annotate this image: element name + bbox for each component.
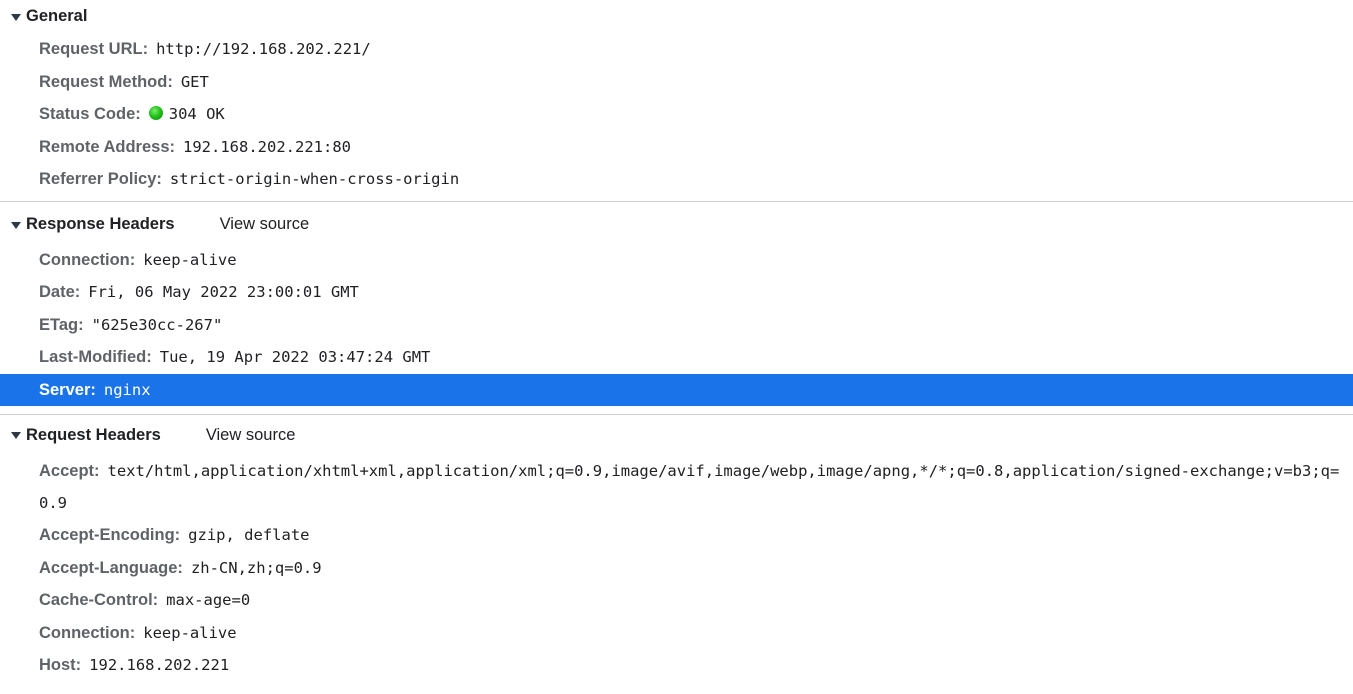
response-headers-section-header[interactable]: Response Headers View source [0,202,1353,244]
header-name: Request Method: [39,72,173,91]
request-headers-section: Request Headers View source Accept: text/… [0,414,1353,687]
request-headers-rows: Accept: text/html,application/xhtml+xml,a… [0,455,1353,687]
header-name: Host: [39,656,82,674]
response-row-date[interactable]: Date: Fri, 06 May 2022 23:00:01 GMT [0,276,1353,309]
header-name: Request URL: [39,40,149,58]
header-value: gzip, deflate [188,526,310,544]
header-value: "625e30cc-267" [91,315,223,334]
triangle-down-icon[interactable] [11,13,21,21]
header-name: ETag: [39,315,84,334]
header-value: keep-alive [143,623,237,642]
response-headers-rows: Connection: keep-alive Date: Fri, 06 May 2… [0,244,1353,415]
triangle-down-icon[interactable] [11,432,21,439]
header-name: Referrer Policy: [39,170,162,188]
general-title: General [26,7,88,25]
header-name: Server: [39,380,96,399]
triangle-down-icon[interactable] [11,221,21,229]
response-row-connection[interactable]: Connection: keep-alive [0,244,1353,277]
header-value: text/html,application/xhtml+xml,applicat… [39,462,1340,512]
header-value: Tue, 19 Apr 2022 03:47:24 GMT [159,348,431,366]
header-name: Connection: [39,250,136,269]
status-dot-icon [148,106,163,120]
general-row-remote-address[interactable]: Remote Address: 192.168.202.221:80 [0,131,1353,164]
header-value: http://192.168.202.221/ [156,40,371,58]
header-name: Remote Address: [39,137,176,156]
general-row-referrer-policy[interactable]: Referrer Policy: strict-origin-when-cross… [0,163,1353,196]
header-value: nginx [103,380,151,399]
general-row-status-code[interactable]: Status Code: 304 OK [0,98,1353,131]
header-name: Accept-Language: [39,558,183,577]
request-row-accept-encoding[interactable]: Accept-Encoding: gzip, deflate [0,519,1353,552]
response-row-etag[interactable]: ETag: "625e30cc-267" [0,309,1353,342]
header-value: Fri, 06 May 2022 23:00:01 GMT [88,283,359,301]
header-name: Last-Modified: [39,348,152,366]
request-row-host[interactable]: Host: 192.168.202.221 [0,649,1353,682]
headers-panel: General Request URL: http://192.168.202.2… [0,0,1353,694]
response-headers-section: Response Headers View source Connection:… [0,200,1353,415]
header-name: Accept: [39,462,100,480]
request-row-connection[interactable]: Connection: keep-alive [0,617,1353,650]
header-value: max-age=0 [166,591,251,609]
header-value: 192.168.202.221 [89,656,230,674]
header-value: keep-alive [143,250,237,269]
view-source-link[interactable]: View source [220,215,310,234]
header-value: GET [180,72,209,91]
general-row-request-method[interactable]: Request Method: GET [0,66,1353,99]
response-row-last-modified[interactable]: Last-Modified: Tue, 19 Apr 2022 03:47:24 … [0,341,1353,374]
request-row-cache-control[interactable]: Cache-Control: max-age=0 [0,584,1353,617]
request-headers-section-header[interactable]: Request Headers View source [0,415,1353,455]
general-rows: Request URL: http://192.168.202.221/ Requ… [0,33,1353,201]
header-name: Connection: [39,623,136,642]
response-row-server[interactable]: Server: nginx [0,373,1353,406]
header-value: zh-CN,zh;q=0.9 [190,558,322,577]
header-name: Date: [39,283,81,301]
request-headers-title: Request Headers [26,425,161,444]
header-value: strict-origin-when-cross-origin [169,170,460,188]
response-headers-title: Response Headers [26,215,175,233]
general-row-request-url[interactable]: Request URL: http://192.168.202.221/ [0,33,1353,66]
general-section-header[interactable]: General [0,0,1353,33]
request-row-accept[interactable]: Accept: text/html,application/xhtml+xml,a… [0,455,1353,519]
view-source-link[interactable]: View source [206,426,296,445]
header-name: Cache-Control: [39,591,159,609]
header-value: 304 OK [168,105,225,123]
request-row-accept-language[interactable]: Accept-Language: zh-CN,zh;q=0.9 [0,552,1353,585]
header-value: 192.168.202.221:80 [183,137,351,156]
header-name: Status Code: [39,105,141,123]
header-name: Accept-Encoding: [39,526,181,544]
general-section: General Request URL: http://192.168.202.2… [0,0,1353,201]
